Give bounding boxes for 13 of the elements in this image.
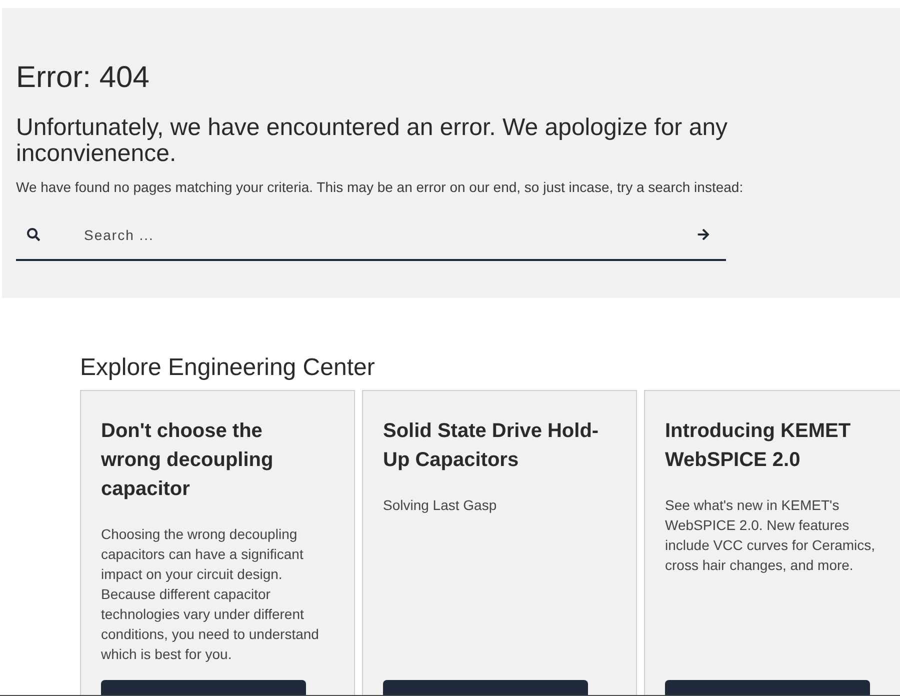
card-title: Introducing KEMET WebSPICE 2.0 (665, 419, 852, 473)
card-description: See what's new in KEMET's WebSPICE 2.0. New features include VCC curves for Ceramics, cross hair changes, and more. (665, 496, 876, 575)
error-subtitle: Unfortunately, we have encountered an error. We apologize for any inconvienence. (16, 115, 729, 167)
card-description: Solving Last Gasp (383, 496, 498, 515)
arrow-right-icon[interactable] (697, 228, 710, 241)
section-heading: Explore Engineering Center (80, 354, 376, 382)
card-title: Don't choose the wrong decoupling capacitor (101, 419, 274, 502)
search-icon (27, 228, 40, 241)
card-description: Choosing the wrong decoupling capacitors can have a significant impact on your circuit design. Because different capacitor technologies vary under different conditions, you need to understand which is best for you. (101, 525, 320, 664)
search-input[interactable]: Search ... (84, 220, 689, 250)
card-title: Solid State Drive Hold-Up Capacitors (383, 419, 600, 473)
error-title: Error: 404 (16, 61, 150, 94)
error-message: We have found no pages matching your criteria. This may be an error on our end, so just incase, try a search instead: (16, 178, 744, 197)
